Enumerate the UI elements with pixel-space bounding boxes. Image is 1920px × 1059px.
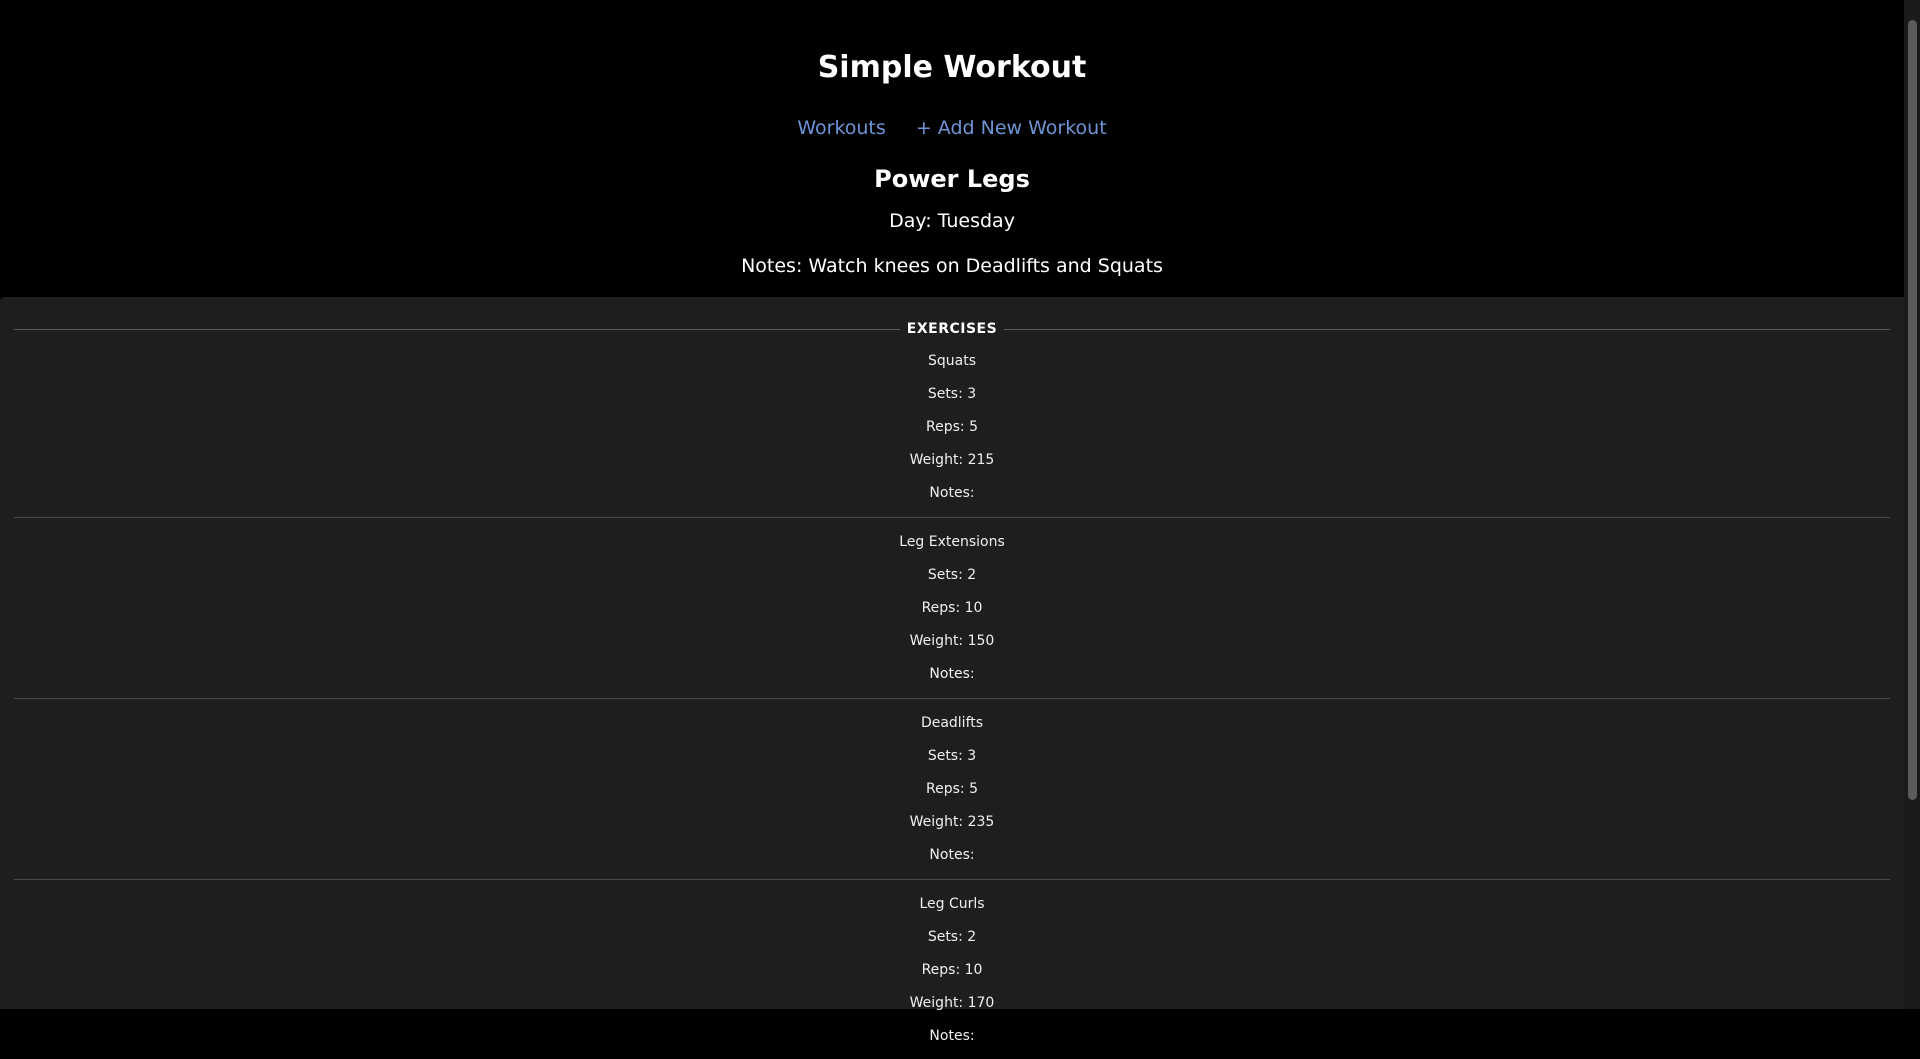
exercise-weight: Weight: 150: [909, 633, 995, 649]
exercises-legend: EXERCISES: [14, 318, 1890, 340]
exercise-item: Leg Curls Sets: 2 Reps: 10 Weight: 170 N…: [14, 894, 1890, 1059]
exercise-notes: Notes:: [929, 847, 975, 863]
exercises-heading: EXERCISES: [906, 321, 998, 337]
exercise-notes: Notes:: [929, 485, 975, 501]
exercise-name: Leg Extensions: [899, 534, 1005, 550]
exercise-divider: [14, 517, 1890, 518]
exercise-divider: [14, 698, 1890, 699]
nav-add-workout-link[interactable]: + Add New Workout: [916, 117, 1107, 139]
exercise-sets: Sets: 2: [927, 567, 977, 583]
exercise-weight: Weight: 235: [909, 814, 995, 830]
exercise-divider: [14, 879, 1890, 880]
exercise-reps: Reps: 5: [926, 781, 978, 797]
page-header: Simple Workout Workouts + Add New Workou…: [0, 0, 1904, 297]
exercise-name: Deadlifts: [920, 715, 984, 731]
exercise-sets: Sets: 3: [927, 386, 977, 402]
exercise-sets: Sets: 2: [927, 929, 977, 945]
exercise-notes: Notes:: [929, 1028, 975, 1044]
exercise-item: Leg Extensions Sets: 2 Reps: 10 Weight: …: [14, 532, 1890, 699]
exercise-weight: Weight: 215: [909, 452, 995, 468]
exercise-sets: Sets: 3: [927, 748, 977, 764]
exercise-reps: Reps: 10: [921, 962, 983, 978]
page-scrollbar[interactable]: [1904, 0, 1920, 1009]
nav-workouts-link[interactable]: Workouts: [797, 117, 885, 139]
exercise-notes: Notes:: [929, 666, 975, 682]
exercise-item: Deadlifts Sets: 3 Reps: 5 Weight: 235 No…: [14, 713, 1890, 880]
exercise-reps: Reps: 10: [921, 600, 983, 616]
exercise-name: Leg Curls: [919, 896, 985, 912]
scrollbar-thumb[interactable]: [1908, 20, 1917, 800]
page: Simple Workout Workouts + Add New Workou…: [0, 0, 1904, 1044]
site-title: Simple Workout: [817, 50, 1087, 85]
exercise-reps: Reps: 5: [926, 419, 978, 435]
exercises-section: EXERCISES Squats Sets: 3 Reps: 5 Weight:…: [0, 297, 1904, 1044]
workout-name: Power Legs: [874, 165, 1030, 193]
workout-notes: Notes: Watch knees on Deadlifts and Squa…: [741, 255, 1163, 277]
exercise-item: Squats Sets: 3 Reps: 5 Weight: 215 Notes…: [14, 351, 1890, 518]
main-nav: Workouts + Add New Workout: [0, 114, 1904, 142]
workout-day: Day: Tuesday: [889, 210, 1015, 232]
exercise-name: Squats: [927, 353, 976, 369]
exercise-weight: Weight: 170: [909, 995, 995, 1011]
